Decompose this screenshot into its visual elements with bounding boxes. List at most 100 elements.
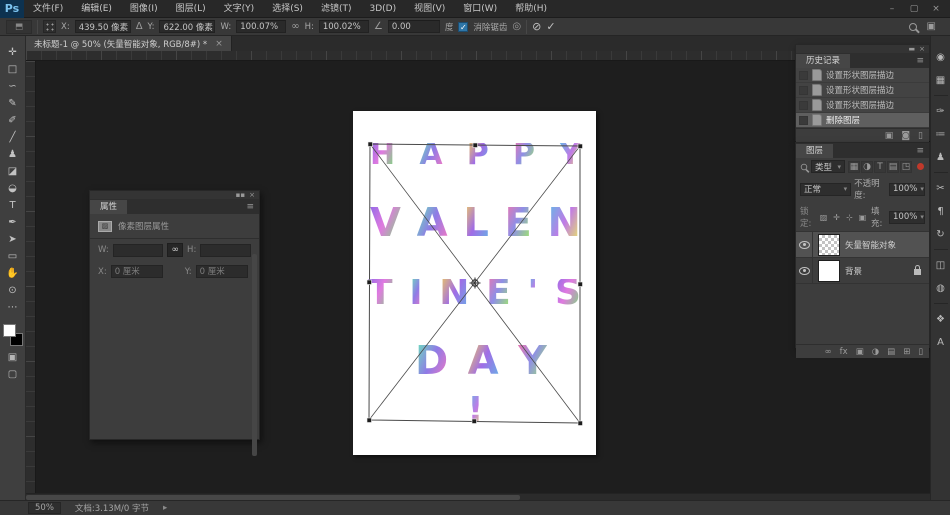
quick-selection-tool[interactable]: ✎ — [2, 95, 24, 112]
close-panel-icon[interactable]: × — [919, 45, 925, 53]
lasso-tool[interactable]: ∽ — [2, 78, 24, 95]
layer-row[interactable]: 矢量智能对象 — [796, 232, 929, 258]
tab-properties[interactable]: 属性 — [90, 200, 127, 214]
color-swatches[interactable] — [3, 324, 23, 346]
history-source-checkbox[interactable] — [799, 101, 808, 110]
width-field[interactable] — [113, 244, 164, 257]
blend-mode-dropdown[interactable]: 正常▾ — [800, 183, 851, 196]
maximize-button[interactable]: ▢ — [904, 2, 924, 16]
layer-thumbnail[interactable] — [818, 260, 840, 282]
eyedropper-tool[interactable]: ✐ — [2, 112, 24, 129]
eye-icon[interactable] — [799, 241, 810, 249]
canvas[interactable]: HAPPYVALENTINE'SDAY! — [353, 111, 596, 455]
clone-stamp-tool[interactable]: ♟ — [2, 146, 24, 163]
close-panel-icon[interactable]: × — [249, 191, 255, 199]
y-position-field[interactable]: 622.00 像素 — [159, 20, 215, 33]
menu-item-10[interactable]: 帮助(H) — [506, 0, 556, 18]
zoom-tool[interactable]: ⊙ — [2, 282, 24, 299]
height-scale-field[interactable]: 100.02% — [319, 20, 369, 33]
search-icon[interactable] — [909, 23, 917, 31]
close-tab-icon[interactable]: × — [215, 39, 223, 49]
lock-position-icon[interactable]: ⊹ — [844, 213, 855, 222]
cancel-transform-button[interactable]: ⊘ — [532, 20, 541, 33]
menu-item-5[interactable]: 选择(S) — [263, 0, 312, 18]
tab-history[interactable]: 历史记录 — [796, 54, 850, 68]
history-state[interactable]: 设置形状图层描边 — [796, 83, 929, 98]
tab-layers[interactable]: 图层 — [796, 144, 833, 158]
panel-menu-icon[interactable]: ≡ — [241, 200, 259, 214]
delete-state-button[interactable]: ▯ — [918, 131, 923, 141]
workspace-switcher-icon[interactable]: ▣ — [927, 21, 936, 32]
menu-item-4[interactable]: 文字(Y) — [215, 0, 264, 18]
scrollbar[interactable] — [252, 254, 257, 456]
relative-positioning-toggle[interactable]: Δ — [136, 21, 143, 32]
paths-panel-icon[interactable]: ❖ — [932, 308, 950, 330]
3d-panel-icon[interactable]: ◫ — [932, 254, 950, 276]
shape-tool[interactable]: ▭ — [2, 248, 24, 265]
rotation-field[interactable]: 0.00 — [388, 20, 440, 33]
layer-row[interactable]: 背景 — [796, 258, 929, 284]
eye-icon[interactable] — [799, 267, 810, 275]
materials-panel-icon[interactable]: ◍ — [932, 277, 950, 299]
layer-style-button[interactable]: fx — [840, 347, 848, 357]
history-source-checkbox[interactable] — [799, 86, 808, 95]
swatches-panel-icon[interactable]: ▦ — [932, 69, 950, 91]
filter-smart-objects-icon[interactable]: ◳ — [900, 161, 912, 173]
new-layer-button[interactable]: ⊞ — [903, 347, 910, 357]
panel-menu-icon[interactable]: ≡ — [911, 144, 929, 158]
screen-mode-button[interactable]: ▢ — [8, 369, 17, 380]
actions-panel-icon[interactable]: ↻ — [932, 223, 950, 245]
menu-item-3[interactable]: 图层(L) — [167, 0, 215, 18]
clone-source-panel-icon[interactable]: ♟ — [932, 146, 950, 168]
menu-item-7[interactable]: 3D(D) — [360, 0, 405, 18]
lock-image-pixels-icon[interactable]: ✛ — [831, 213, 842, 222]
tool-preset-picker[interactable]: ⬒ — [6, 20, 32, 34]
antialias-checkbox[interactable]: ✓ — [458, 22, 468, 32]
path-selection-tool[interactable]: ➤ — [2, 231, 24, 248]
add-layer-mask-button[interactable]: ▣ — [856, 347, 864, 357]
status-options-arrow[interactable]: ▸ — [163, 503, 167, 513]
edit-toolbar[interactable]: ⋯ — [2, 299, 24, 316]
filter-pixel-layers-icon[interactable]: ▦ — [848, 161, 860, 173]
adjustment-layer-button[interactable]: ◑ — [872, 347, 879, 357]
history-state[interactable]: 删除图层 — [796, 113, 929, 128]
paragraph-panel-icon[interactable]: ¶ — [932, 200, 950, 222]
history-source-checkbox[interactable] — [799, 71, 808, 80]
link-layers-button[interactable]: ∞ — [825, 347, 832, 357]
visibility-cell[interactable] — [796, 258, 813, 283]
zoom-level-field[interactable]: 50% — [28, 502, 61, 514]
document-tab[interactable]: 未标题-1 @ 50% (矢量智能对象, RGB/8#) * × — [26, 36, 232, 51]
transform-bounding-box[interactable] — [353, 111, 596, 455]
menu-item-2[interactable]: 图像(I) — [121, 0, 167, 18]
filter-adjustment-layers-icon[interactable]: ◑ — [861, 161, 873, 173]
lock-transparent-pixels-icon[interactable]: ▨ — [818, 213, 829, 222]
x-position-field[interactable]: 439.50 像素 — [75, 20, 131, 33]
menu-item-8[interactable]: 视图(V) — [405, 0, 454, 18]
visibility-cell[interactable] — [796, 232, 813, 257]
minimize-button[interactable]: – — [882, 2, 902, 16]
opacity-dropdown[interactable]: 100%▾ — [889, 183, 925, 196]
color-panel-icon[interactable]: ◉ — [932, 46, 950, 68]
menu-item-9[interactable]: 窗口(W) — [454, 0, 506, 18]
close-button[interactable]: × — [926, 2, 946, 16]
height-field[interactable] — [200, 244, 251, 257]
brush-tool[interactable]: ╱ — [2, 129, 24, 146]
history-source-checkbox[interactable] — [799, 116, 808, 125]
menu-item-6[interactable]: 滤镜(T) — [312, 0, 361, 18]
collapse-panel-icon[interactable]: ▬ — [909, 45, 916, 53]
pen-tool[interactable]: ✒ — [2, 214, 24, 231]
horizontal-scrollbar[interactable] — [26, 493, 930, 500]
warp-mode-toggle[interactable]: ◎ — [512, 21, 521, 32]
link-dimensions-icon[interactable]: ∞ — [167, 243, 183, 257]
new-snapshot-button[interactable]: ◙ — [901, 131, 910, 141]
x-field[interactable]: 0 厘米 — [111, 265, 163, 278]
brush-presets-panel-icon[interactable]: ≔ — [932, 123, 950, 145]
filter-type-dropdown[interactable]: 类型▾ — [811, 160, 845, 173]
fill-dropdown[interactable]: 100%▾ — [889, 211, 925, 224]
lock-all-icon[interactable]: ▣ — [857, 213, 868, 222]
character-panel-icon[interactable]: A — [932, 331, 950, 353]
filter-shape-layers-icon[interactable]: ▤ — [887, 161, 899, 173]
marquee-tool[interactable]: □ — [2, 61, 24, 78]
collapse-panel-icon[interactable]: ▪▪ — [236, 191, 246, 199]
brush-panel-icon[interactable]: ✑ — [932, 100, 950, 122]
